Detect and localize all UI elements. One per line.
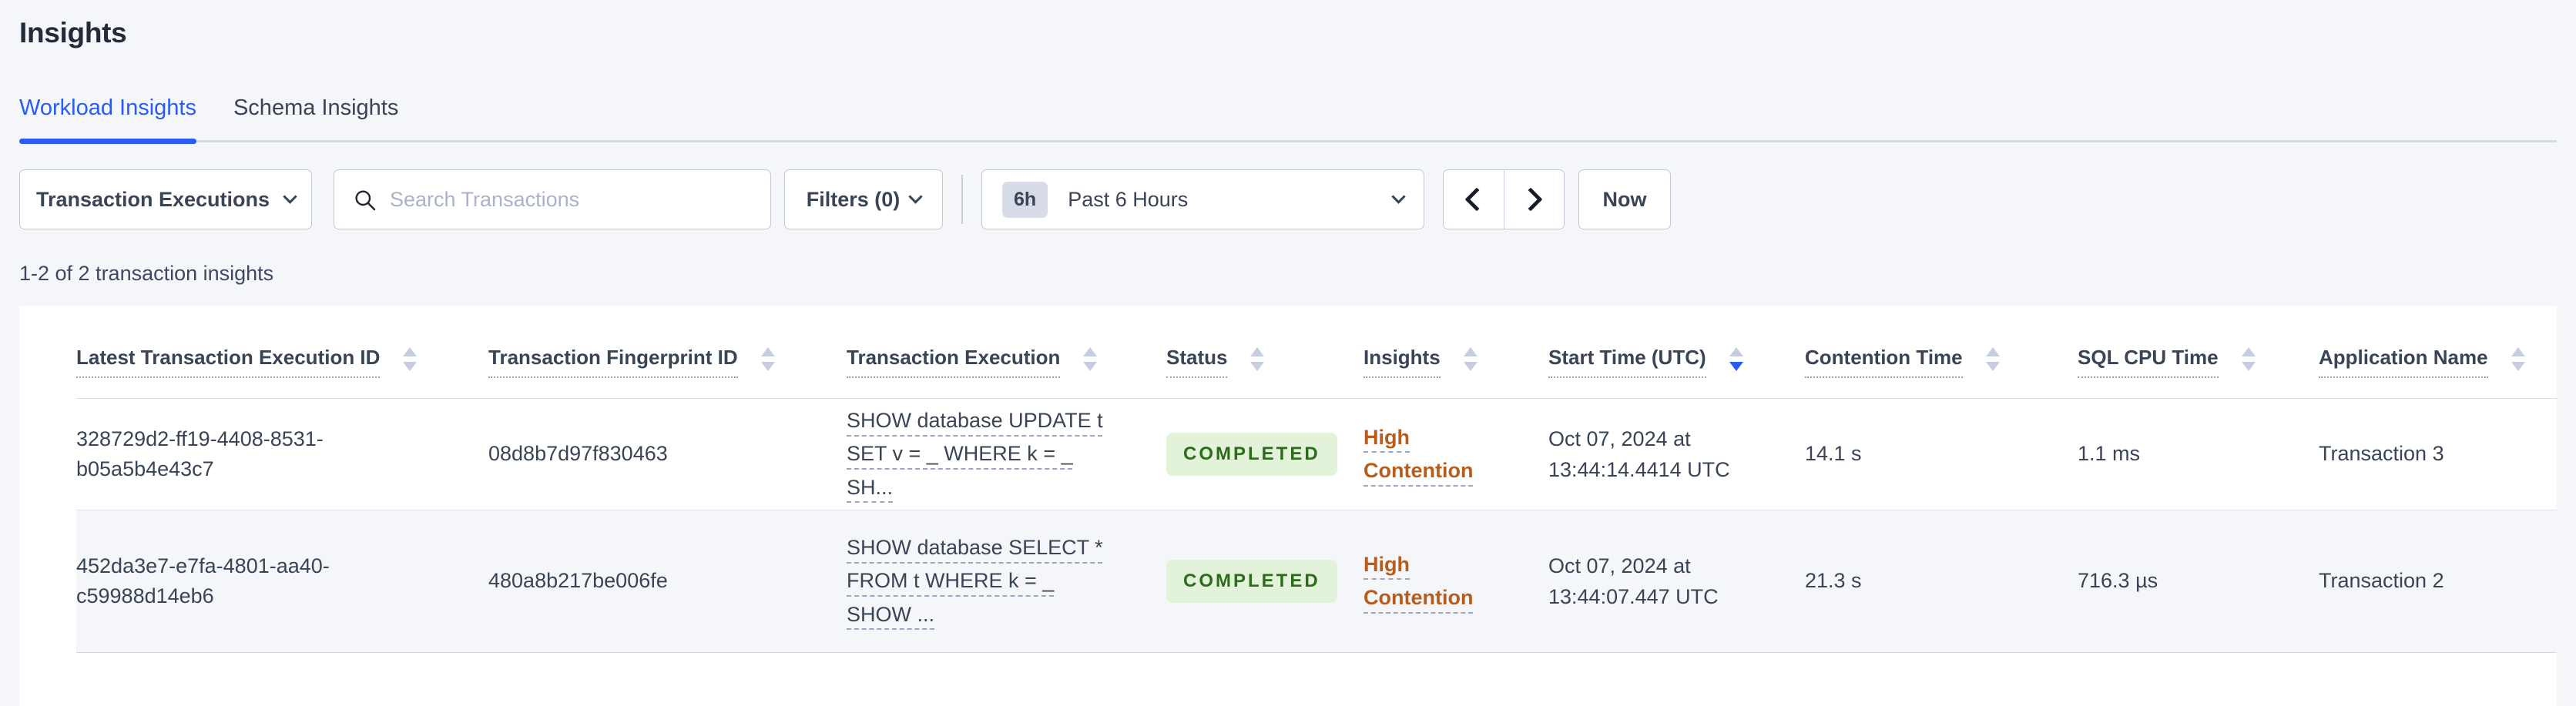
- cell-application-name: Transaction 2: [2319, 510, 2557, 653]
- transaction-execution-link[interactable]: SHOW database UPDATE t SET v = _ WHERE k…: [847, 404, 1124, 504]
- column-header-status[interactable]: Status: [1166, 306, 1363, 399]
- tab-schema-insights[interactable]: Schema Insights: [233, 95, 398, 140]
- cell-contention-time: 21.3 s: [1805, 510, 2078, 653]
- cell-insights: High Contention: [1363, 398, 1548, 510]
- column-header-transaction-fingerprint-id[interactable]: Transaction Fingerprint ID: [488, 306, 847, 399]
- tab-workload-insights[interactable]: Workload Insights: [19, 95, 196, 144]
- now-button[interactable]: Now: [1578, 169, 1671, 229]
- cell-status: COMPLETED: [1166, 398, 1363, 510]
- now-button-label: Now: [1602, 187, 1647, 211]
- cell-execution-id: 328729d2-ff19-4408-8531-b05a5b4e43c7: [76, 398, 488, 510]
- insight-link[interactable]: High Contention: [1363, 421, 1498, 487]
- tab-workload-insights-label: Workload Insights: [19, 95, 196, 120]
- column-header-application-name[interactable]: Application Name: [2319, 306, 2557, 399]
- next-time-window-button[interactable]: [1504, 170, 1564, 229]
- filters-dropdown[interactable]: Filters (0): [784, 169, 943, 229]
- sort-icon: [760, 346, 775, 371]
- sort-icon: [1729, 346, 1743, 371]
- cell-transaction-execution: SHOW database UPDATE t SET v = _ WHERE k…: [847, 398, 1166, 510]
- sort-icon: [2241, 346, 2256, 371]
- time-range-picker[interactable]: 6h Past 6 Hours: [981, 169, 1424, 229]
- cell-status: COMPLETED: [1166, 510, 1363, 653]
- cell-start-time: Oct 07, 2024 at 13:44:07.447 UTC: [1548, 510, 1805, 653]
- chevron-left-icon: [1464, 187, 1489, 212]
- cell-sql-cpu-time: 1.1 ms: [2078, 398, 2319, 510]
- insight-type-dropdown[interactable]: Transaction Executions: [19, 169, 312, 229]
- time-range-label: Past 6 Hours: [1068, 187, 1189, 211]
- cell-sql-cpu-time: 716.3 µs: [2078, 510, 2319, 653]
- tab-schema-insights-label: Schema Insights: [233, 95, 399, 120]
- cell-fingerprint-id: 480a8b217be006fe: [488, 510, 847, 653]
- results-summary: 1-2 of 2 transaction insights: [19, 262, 274, 285]
- table-row: 328729d2-ff19-4408-8531-b05a5b4e43c7 08d…: [76, 398, 2557, 510]
- active-tab-indicator: [19, 139, 196, 144]
- transaction-execution-link[interactable]: SHOW database SELECT * FROM t WHERE k = …: [847, 531, 1124, 631]
- search-box: [334, 169, 771, 229]
- cell-application-name: Transaction 3: [2319, 398, 2557, 510]
- sort-icon: [1985, 346, 2000, 371]
- column-header-latest-transaction-execution-id[interactable]: Latest Transaction Execution ID: [76, 306, 488, 399]
- cell-transaction-execution: SHOW database SELECT * FROM t WHERE k = …: [847, 510, 1166, 653]
- tabbar: Workload Insights Schema Insights: [19, 95, 2557, 144]
- time-pager: [1443, 169, 1565, 229]
- filters-dropdown-label: Filters (0): [806, 187, 901, 211]
- chevron-down-icon: [283, 189, 297, 204]
- search-icon: [355, 190, 376, 211]
- sort-icon: [1083, 346, 1098, 371]
- column-header-start-time[interactable]: Start Time (UTC): [1548, 306, 1805, 399]
- insights-table-card: Latest Transaction Execution ID Transact…: [19, 306, 2557, 706]
- status-badge: COMPLETED: [1166, 432, 1337, 477]
- controls-row: Transaction Executions Filters (0) 6h Pa…: [19, 169, 2557, 229]
- insights-page: Insights Workload Insights Schema Insigh…: [0, 15, 2576, 706]
- cell-execution-id: 452da3e7-e7fa-4801-aa40-c59988d14eb6: [76, 510, 488, 653]
- insight-type-dropdown-label: Transaction Executions: [35, 187, 270, 211]
- column-header-transaction-execution[interactable]: Transaction Execution: [847, 306, 1166, 399]
- column-header-insights[interactable]: Insights: [1363, 306, 1548, 399]
- cell-fingerprint-id: 08d8b7d97f830463: [488, 398, 847, 510]
- table-header-row: Latest Transaction Execution ID Transact…: [76, 306, 2557, 399]
- sort-icon: [2511, 346, 2525, 371]
- cell-start-time: Oct 07, 2024 at 13:44:14.4414 UTC: [1548, 398, 1805, 510]
- transaction-insights-table: Latest Transaction Execution ID Transact…: [76, 306, 2557, 653]
- chevron-down-icon: [908, 189, 923, 204]
- search-input[interactable]: [334, 170, 770, 229]
- insight-link[interactable]: High Contention: [1363, 548, 1498, 614]
- sort-icon: [1250, 346, 1265, 371]
- cell-insights: High Contention: [1363, 510, 1548, 653]
- previous-time-window-button[interactable]: [1444, 170, 1504, 229]
- column-header-sql-cpu-time[interactable]: SQL CPU Time: [2078, 306, 2319, 399]
- cell-contention-time: 14.1 s: [1805, 398, 2078, 510]
- chevron-right-icon: [1518, 187, 1543, 212]
- status-badge: COMPLETED: [1166, 559, 1337, 604]
- table-row: 452da3e7-e7fa-4801-aa40-c59988d14eb6 480…: [76, 510, 2557, 653]
- column-header-contention-time[interactable]: Contention Time: [1805, 306, 2078, 399]
- vertical-divider: [961, 175, 963, 224]
- page-title: Insights: [19, 17, 127, 49]
- sort-icon: [403, 346, 418, 371]
- time-shortcut-badge: 6h: [1002, 181, 1048, 218]
- sort-icon: [1463, 346, 1478, 371]
- chevron-down-icon: [1391, 189, 1406, 204]
